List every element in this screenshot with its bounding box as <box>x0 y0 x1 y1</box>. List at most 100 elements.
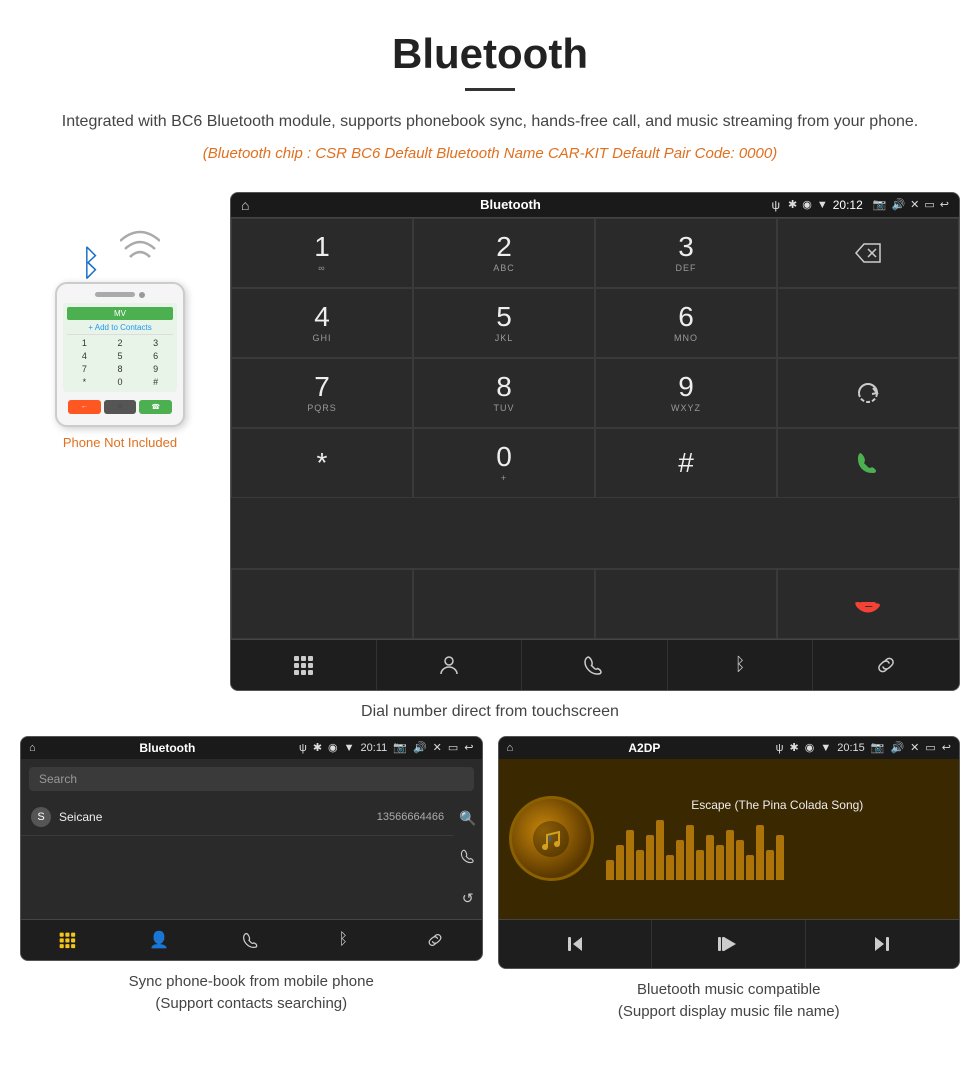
volume-icon: 🔊 <box>891 198 905 211</box>
contacts-title: Bluetooth <box>42 741 293 755</box>
contacts-refresh-btn[interactable]: ↺ <box>462 890 474 907</box>
viz-bar <box>606 860 614 880</box>
music-song-title: Escape (The Pina Colada Song) <box>606 798 950 812</box>
dial-key-7[interactable]: 7 PQRS <box>231 358 413 428</box>
dial-key-0[interactable]: 0 + <box>413 428 595 498</box>
dial-key-refresh[interactable] <box>777 358 959 428</box>
back-icon: ↩ <box>940 198 949 211</box>
dial-key-hash[interactable]: # <box>595 428 777 498</box>
contacts-search-field[interactable]: Search <box>29 767 474 791</box>
signal-arcs-icon <box>120 227 160 282</box>
contacts-search-btn[interactable]: 🔍 <box>459 810 476 827</box>
music-screenshot-card: ⌂ A2DP ψ ✱ ◉ ▼ 20:15 📷 🔊 ✕ ▭ ↩ <box>498 736 961 1024</box>
music-play-pause-btn[interactable] <box>652 920 806 968</box>
dialpad-bluetooth-btn[interactable]: ᛒ <box>668 640 814 690</box>
dial-caption: Dial number direct from touchscreen <box>0 691 980 736</box>
contacts-phone-btn[interactable] <box>460 848 476 869</box>
music-next-btn[interactable] <box>806 920 960 968</box>
dialpad-grid: 1 ∞ 2 ABC 3 DEF 4 GHI <box>231 217 959 568</box>
contacts-caption-line1: Sync phone-book from mobile phone <box>129 971 374 994</box>
dial-key-9[interactable]: 9 WXYZ <box>595 358 777 428</box>
dialpad-phone-btn[interactable] <box>522 640 668 690</box>
phone-camera <box>139 292 145 298</box>
window-icon: ▭ <box>924 198 934 211</box>
dial-key-call-red[interactable] <box>777 569 959 639</box>
contacts-grid-btn[interactable] <box>21 920 113 960</box>
music-home-icon: ⌂ <box>507 742 514 754</box>
music-usb-icon: ψ <box>776 742 784 754</box>
contacts-cam-icon: 📷 <box>393 741 407 754</box>
usb-icon: ψ <box>771 198 780 212</box>
description-text: Integrated with BC6 Bluetooth module, su… <box>60 109 920 135</box>
viz-bar <box>716 845 724 880</box>
phone-screen-header: MV <box>67 307 173 320</box>
phone-key-3: 3 <box>138 337 173 349</box>
phone-bottom-bar: ← ○ ☎ <box>63 397 177 417</box>
viz-bar <box>706 835 714 880</box>
phone-key-7: 7 <box>67 363 102 375</box>
phone-key-6: 6 <box>138 350 173 362</box>
dialpad-screen: ⌂ Bluetooth ψ ✱ ◉ ▼ 20:12 📷 🔊 ✕ ▭ ↩ 1 ∞ <box>230 192 960 691</box>
svg-text:ᛒ: ᛒ <box>548 835 552 843</box>
phone-screen: MV + Add to Contacts 1 2 3 4 5 6 7 8 9 *… <box>63 303 177 392</box>
contacts-status-bar: ⌂ Bluetooth ψ ✱ ◉ ▼ 20:11 📷 🔊 ✕ ▭ ↩ <box>21 737 482 759</box>
dial-key-6[interactable]: 6 MNO <box>595 288 777 358</box>
contacts-win-icon: ▭ <box>448 741 458 754</box>
dial-key-backspace[interactable] <box>777 218 959 288</box>
music-prev-btn[interactable] <box>499 920 653 968</box>
contacts-caption-line2: (Support contacts searching) <box>129 993 374 1016</box>
dialpad-status-bar: ⌂ Bluetooth ψ ✱ ◉ ▼ 20:12 📷 🔊 ✕ ▭ ↩ <box>231 193 959 217</box>
contact-phone: 13566664466 <box>377 811 444 823</box>
dial-key-1[interactable]: 1 ∞ <box>231 218 413 288</box>
music-info: Escape (The Pina Colada Song) <box>606 798 950 880</box>
contacts-link-btn[interactable] <box>389 920 481 960</box>
contacts-back-icon: ↩ <box>464 741 473 754</box>
contacts-person-btn[interactable]: 👤 <box>113 920 205 960</box>
dial-key-8[interactable]: 8 TUV <box>413 358 595 428</box>
title-divider <box>465 88 515 91</box>
dialpad-grid-btn[interactable] <box>231 640 377 690</box>
phone-key-hash: # <box>138 376 173 388</box>
signal-icon: ▼ <box>817 199 828 211</box>
contacts-search-placeholder: Search <box>39 772 77 786</box>
close-icon: ✕ <box>910 198 919 211</box>
dialpad-screen-title: Bluetooth <box>257 197 763 212</box>
viz-bar <box>756 825 764 880</box>
bluetooth-status-icon: ✱ <box>788 198 797 211</box>
contacts-bt-icon: ✱ <box>313 741 322 754</box>
dial-key-empty-5c <box>595 569 777 639</box>
viz-bar <box>666 855 674 880</box>
dial-key-3[interactable]: 3 DEF <box>595 218 777 288</box>
middle-section: ᛒ MV + Add to Contacts 1 2 3 <box>0 182 980 691</box>
location-icon: ◉ <box>802 198 812 211</box>
contacts-bt-btn[interactable]: ᛒ <box>297 920 389 960</box>
viz-bar <box>746 855 754 880</box>
dial-key-empty-2 <box>777 288 959 358</box>
dial-key-5[interactable]: 5 JKL <box>413 288 595 358</box>
contact-row-seicane[interactable]: S Seicane 13566664466 <box>21 799 454 836</box>
music-caption-line1: Bluetooth music compatible <box>618 979 840 1002</box>
contacts-time: 20:11 <box>361 742 388 754</box>
music-controls <box>499 919 960 968</box>
phone-key-0: 0 <box>103 376 138 388</box>
phone-keypad: 1 2 3 4 5 6 7 8 9 * 0 # <box>67 337 173 388</box>
contacts-caption: Sync phone-book from mobile phone (Suppo… <box>129 971 374 1016</box>
dialpad-link-btn[interactable] <box>813 640 959 690</box>
viz-bar <box>736 840 744 880</box>
dial-key-4[interactable]: 4 GHI <box>231 288 413 358</box>
contacts-right-buttons: 🔍 ↺ <box>454 799 481 919</box>
bluetooth-symbol-icon: ᛒ <box>80 242 102 284</box>
phone-back-btn: ← <box>68 400 101 414</box>
phone-illustration: ᛒ MV + Add to Contacts 1 2 3 <box>20 192 220 450</box>
music-content: ᛒ Escape (The Pina Colada Song) <box>499 759 960 919</box>
contacts-sig-icon: ▼ <box>344 742 355 754</box>
dial-key-star[interactable]: * <box>231 428 413 498</box>
phone-key-star: * <box>67 376 102 388</box>
phone-body: MV + Add to Contacts 1 2 3 4 5 6 7 8 9 *… <box>55 282 185 427</box>
contacts-call-btn[interactable] <box>205 920 297 960</box>
phone-top-bar <box>63 292 177 298</box>
music-title: A2DP <box>519 741 770 755</box>
dial-key-2[interactable]: 2 ABC <box>413 218 595 288</box>
dialpad-person-btn[interactable] <box>377 640 523 690</box>
dial-key-call-green[interactable] <box>777 428 959 498</box>
